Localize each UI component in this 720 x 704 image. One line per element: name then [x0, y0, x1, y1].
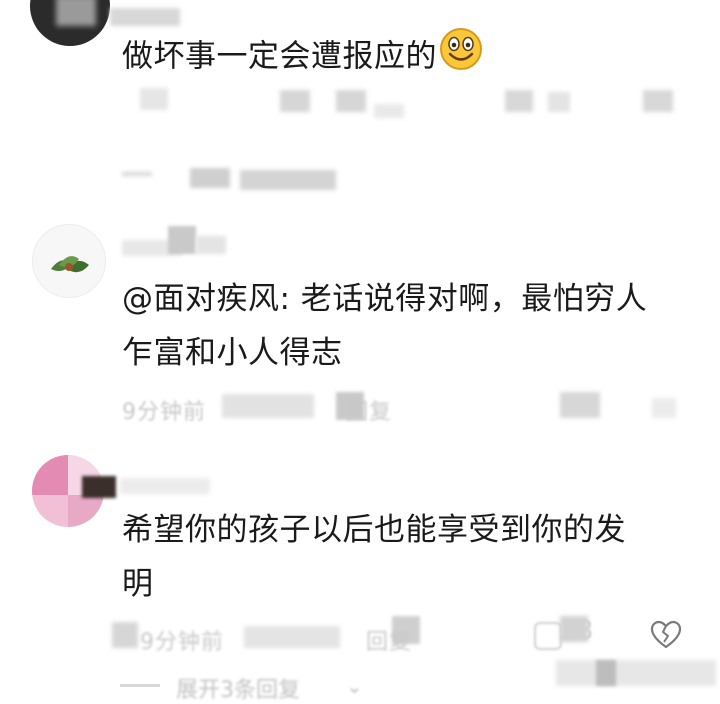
expand-replies-label[interactable]: 展开3条回复: [176, 672, 300, 704]
comment-text-line-2: 明: [122, 566, 154, 602]
timestamp: 9分钟前: [140, 630, 224, 655]
username-blurred[interactable]: [120, 478, 210, 494]
comment-text-line-1: 希望你的孩子以后也能享受到你的发: [122, 512, 626, 548]
divider-line: [120, 684, 160, 687]
like-icon: [534, 622, 562, 650]
broken-heart-icon[interactable]: [650, 620, 682, 654]
comment-text: 做坏事一定会遭报应的: [122, 27, 483, 89]
comment-text-line-2: 乍富和小人得志: [122, 335, 343, 371]
leaf-icon: [51, 256, 89, 273]
reply-button[interactable]: 回复: [366, 624, 412, 656]
like-button-blurred[interactable]: [560, 392, 600, 418]
reply-button[interactable]: 回复: [346, 394, 392, 426]
smiley-emoji-icon: [439, 27, 483, 89]
comment-text-line-1: @面对疾风: 老话说得对啊，最怕穷人: [122, 281, 648, 317]
chevron-down-icon: ⌄: [346, 674, 363, 698]
dislike-button-blurred[interactable]: [652, 398, 676, 418]
expand-replies[interactable]: 展开3条回复 ⌄: [120, 672, 380, 703]
timestamp: 9分钟前: [122, 400, 206, 425]
avatar[interactable]: [30, 0, 110, 46]
avatar[interactable]: [32, 224, 106, 298]
